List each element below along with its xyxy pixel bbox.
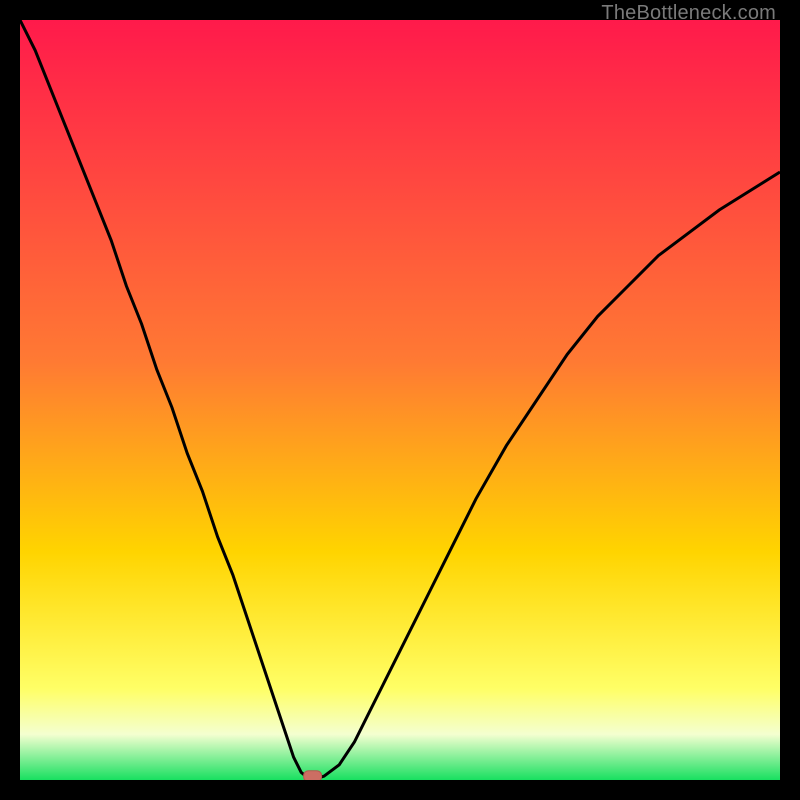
chart-background xyxy=(20,20,780,780)
optimal-point-marker xyxy=(304,771,322,780)
chart-frame xyxy=(20,20,780,780)
bottleneck-chart xyxy=(20,20,780,780)
